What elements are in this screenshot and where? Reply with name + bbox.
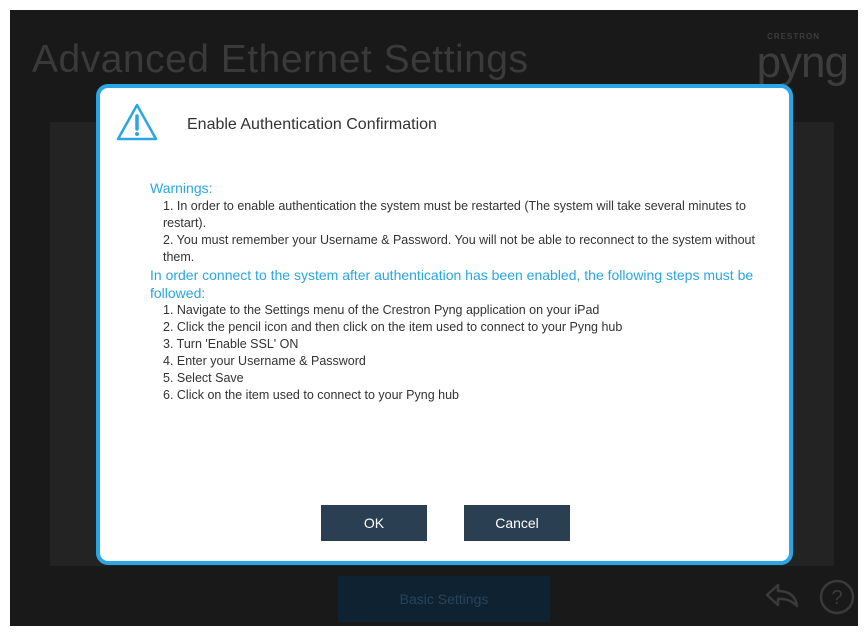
svg-text:?: ? [831, 587, 842, 609]
warning-item: 2. You must remember your Username & Pas… [163, 233, 755, 264]
dialog-content: Warnings: 1. In order to enable authenti… [150, 179, 770, 404]
cancel-button[interactable]: Cancel [464, 505, 570, 541]
steps-heading: In order connect to the system after aut… [150, 267, 754, 301]
warnings-heading: Warnings: [150, 180, 213, 196]
help-icon[interactable]: ? [818, 578, 856, 616]
page-title: Advanced Ethernet Settings [32, 38, 529, 81]
step-item: 3. Turn 'Enable SSL' ON [163, 337, 299, 351]
dialog-title: Enable Authentication Confirmation [187, 116, 437, 133]
step-item: 4. Enter your Username & Password [163, 354, 366, 368]
step-item: 6. Click on the item used to connect to … [163, 388, 460, 402]
step-item: 2. Click the pencil icon and then click … [163, 320, 623, 334]
basic-settings-button[interactable]: Basic Settings [338, 576, 550, 622]
authentication-confirmation-dialog: Enable Authentication Confirmation Warni… [96, 84, 793, 565]
step-item: 5. Select Save [163, 371, 244, 385]
crestron-pyng-logo: CRESTRON pyng [756, 32, 849, 87]
back-arrow-icon[interactable] [765, 582, 799, 610]
ok-button[interactable]: OK [321, 505, 427, 541]
warning-item: 1. In order to enable authentication the… [163, 199, 746, 230]
warning-icon [116, 103, 158, 141]
step-item: 1. Navigate to the Settings menu of the … [163, 303, 600, 317]
